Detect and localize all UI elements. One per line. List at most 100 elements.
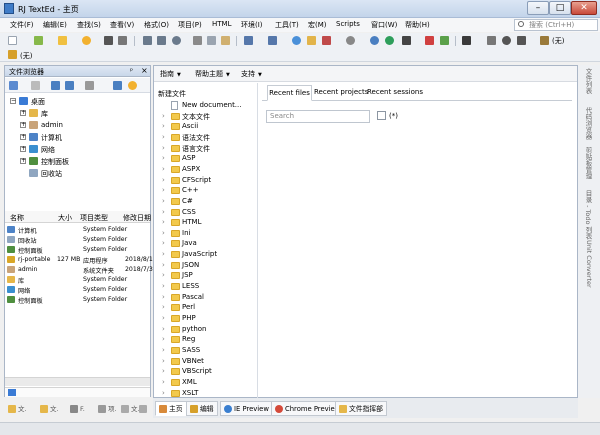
- tab-recent-files[interactable]: Recent files: [267, 85, 312, 101]
- tab-recent-sessions[interactable]: Recent sessions: [367, 85, 423, 101]
- guide-dropdown[interactable]: 指南 ▼: [160, 69, 181, 79]
- menu-scripts[interactable]: Scripts: [336, 20, 360, 28]
- file-row[interactable]: 控制面板 System Folder: [5, 245, 150, 255]
- toolbar-user-label[interactable]: (无): [552, 36, 564, 46]
- paste-icon[interactable]: [221, 36, 230, 45]
- chevron-right-icon[interactable]: ›: [162, 367, 165, 375]
- file-row[interactable]: 网络 System Folder: [5, 285, 150, 295]
- browser-icon[interactable]: [370, 36, 379, 45]
- cut-icon[interactable]: [193, 36, 202, 45]
- record-icon[interactable]: [502, 36, 511, 45]
- chevron-right-icon[interactable]: ›: [162, 271, 165, 279]
- open-folder-icon[interactable]: [58, 36, 67, 45]
- column-size[interactable]: 大小: [58, 213, 72, 223]
- left-tab-3[interactable]: F.: [70, 402, 85, 416]
- chevron-right-icon[interactable]: ›: [162, 250, 165, 258]
- column-name[interactable]: 名称: [10, 213, 24, 223]
- help-topics-dropdown[interactable]: 帮助主题 ▼: [195, 69, 230, 79]
- file-browser-path-bar[interactable]: [5, 387, 150, 397]
- column-type[interactable]: 项目类型: [80, 213, 108, 223]
- maximize-button[interactable]: □: [549, 1, 571, 15]
- favorites-icon[interactable]: [82, 36, 91, 45]
- forward-icon[interactable]: [65, 81, 74, 90]
- menu-view[interactable]: 查看(V): [110, 20, 134, 30]
- left-tab-1[interactable]: 文.: [8, 402, 27, 416]
- view-icon[interactable]: [9, 81, 18, 90]
- redo-icon[interactable]: [157, 36, 166, 45]
- panel-divider[interactable]: [257, 83, 258, 398]
- play-icon[interactable]: [462, 36, 471, 45]
- history-icon[interactable]: [172, 36, 181, 45]
- left-tab-2[interactable]: 文.: [40, 402, 59, 416]
- menu-project[interactable]: 项目(P): [178, 20, 202, 30]
- chevron-right-icon[interactable]: ›: [162, 261, 165, 269]
- chevron-right-icon[interactable]: ›: [162, 314, 165, 322]
- chevron-right-icon[interactable]: ›: [162, 389, 165, 397]
- menu-edit[interactable]: 编辑(E): [43, 20, 67, 30]
- menu-help[interactable]: 帮助(H): [405, 20, 430, 30]
- color-picker-icon[interactable]: [322, 36, 331, 45]
- tree-item-library[interactable]: + 库: [20, 108, 140, 119]
- menu-environment[interactable]: 环境(I): [241, 20, 263, 30]
- back-arrow-icon[interactable]: [244, 36, 253, 45]
- menu-macro[interactable]: 宏(M): [308, 20, 327, 30]
- chevron-right-icon[interactable]: ›: [162, 176, 165, 184]
- search-box[interactable]: 搜索 (Ctrl+H): [514, 19, 598, 31]
- menu-html[interactable]: HTML: [212, 20, 231, 28]
- copy-icon[interactable]: [207, 36, 216, 45]
- open-icon[interactable]: [34, 36, 43, 45]
- properties-icon[interactable]: [31, 81, 40, 90]
- file-row[interactable]: 控制面板 System Folder: [5, 295, 150, 305]
- undo-icon[interactable]: [143, 36, 152, 45]
- collapse-icon[interactable]: −: [10, 98, 16, 104]
- chevron-right-icon[interactable]: ›: [162, 144, 165, 152]
- settings-icon[interactable]: [346, 36, 355, 45]
- chevron-right-icon[interactable]: ›: [162, 335, 165, 343]
- column-date[interactable]: 修改日期: [123, 213, 151, 223]
- recent-search-input[interactable]: Search: [266, 110, 370, 123]
- menu-window[interactable]: 窗口(W): [371, 20, 397, 30]
- expand-icon[interactable]: +: [20, 146, 26, 152]
- expand-icon[interactable]: +: [20, 134, 26, 140]
- tab-ie-preview[interactable]: IE Preview: [220, 401, 273, 416]
- chevron-right-icon[interactable]: ›: [162, 133, 165, 141]
- list-view-icon[interactable]: [85, 81, 94, 90]
- find-icon[interactable]: [292, 36, 301, 45]
- file-row[interactable]: rj-portable 127 MB 应用程序 2018/8/1: [5, 255, 153, 265]
- chevron-right-icon[interactable]: ›: [162, 325, 165, 333]
- support-dropdown[interactable]: 支持 ▼: [241, 69, 262, 79]
- pencil-icon[interactable]: [8, 50, 17, 59]
- menu-format[interactable]: 格式(O): [144, 20, 169, 30]
- chevron-right-icon[interactable]: ›: [162, 154, 165, 162]
- user-icon[interactable]: [540, 36, 549, 45]
- chevron-right-icon[interactable]: ›: [162, 346, 165, 354]
- save-icon[interactable]: [104, 36, 113, 45]
- tab-home[interactable]: 主页: [155, 401, 187, 416]
- new-file-icon[interactable]: [8, 36, 17, 45]
- chevron-right-icon[interactable]: ›: [162, 357, 165, 365]
- chevron-right-icon[interactable]: ›: [162, 122, 165, 130]
- tree-item-network[interactable]: + 网络: [20, 144, 140, 155]
- chevron-right-icon[interactable]: ›: [162, 165, 165, 173]
- right-tab-code-browser[interactable]: 代码浏览器: [579, 107, 593, 140]
- forward-arrow-icon[interactable]: [268, 36, 277, 45]
- chevron-right-icon[interactable]: ›: [162, 197, 165, 205]
- chevron-right-icon[interactable]: ›: [162, 303, 165, 311]
- expand-icon[interactable]: +: [20, 110, 26, 116]
- right-tab-unit-converter[interactable]: Unit Converter: [579, 240, 593, 288]
- tools-icon[interactable]: [425, 36, 434, 45]
- sigma-icon[interactable]: [402, 36, 411, 45]
- left-tab-6[interactable]: [139, 402, 149, 416]
- preview-icon[interactable]: [385, 36, 394, 45]
- horizontal-scrollbar[interactable]: [5, 377, 150, 386]
- tab-file-commander[interactable]: 文件指挥部: [335, 401, 387, 416]
- chevron-right-icon[interactable]: ›: [162, 239, 165, 247]
- chevron-right-icon[interactable]: ›: [162, 208, 165, 216]
- close-panel-icon[interactable]: ×: [141, 66, 148, 75]
- right-tab-clipboard[interactable]: 剪贴板管理: [579, 147, 593, 180]
- close-button[interactable]: ✕: [571, 1, 597, 15]
- up-icon[interactable]: [113, 81, 122, 90]
- expand-icon[interactable]: +: [20, 122, 26, 128]
- tree-item-control-panel[interactable]: + 控制面板: [20, 156, 140, 167]
- menu-tools[interactable]: 工具(T): [275, 20, 299, 30]
